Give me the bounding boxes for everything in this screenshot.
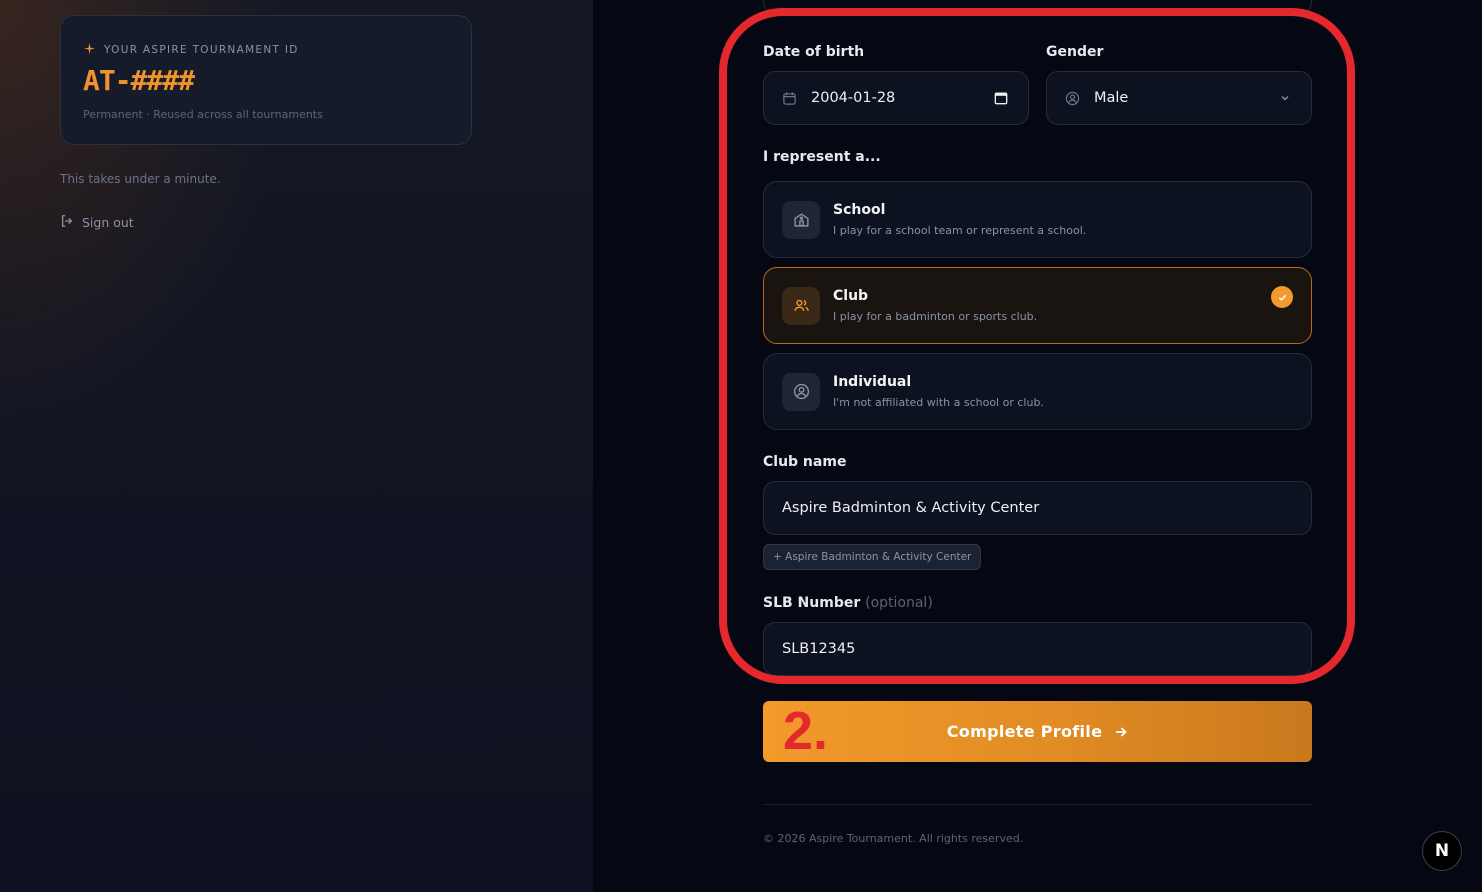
- gender-label: Gender: [1046, 44, 1104, 60]
- slb-label: SLB Number (optional): [763, 595, 933, 611]
- calendar-icon: [782, 91, 797, 106]
- n-logo-badge[interactable]: N: [1422, 831, 1462, 871]
- date-picker-icon[interactable]: [994, 91, 1008, 105]
- arrow-right-icon: [1114, 725, 1128, 739]
- slb-number-input[interactable]: SLB12345: [763, 622, 1312, 676]
- option-individual[interactable]: Individual I'm not affiliated with a sch…: [763, 353, 1312, 430]
- footer-divider: [763, 804, 1312, 805]
- slb-optional-hint: (optional): [865, 595, 933, 611]
- school-icon: [782, 200, 820, 239]
- tournament-id-card: YOUR ASPIRE TOURNAMENT ID AT-#### Perman…: [60, 15, 472, 145]
- dob-field[interactable]: 2004-01-28: [763, 71, 1029, 125]
- user-circle-icon: [1065, 91, 1080, 106]
- dob-value: 2004-01-28: [811, 90, 896, 106]
- tournament-id-value: AT-####: [83, 64, 195, 97]
- club-name-label: Club name: [763, 454, 847, 470]
- option-school[interactable]: School I play for a school team or repre…: [763, 181, 1312, 258]
- id-label-row: YOUR ASPIRE TOURNAMENT ID: [83, 40, 299, 59]
- sign-out-label: Sign out: [82, 215, 134, 230]
- option-description: I play for a school team or represent a …: [833, 224, 1087, 237]
- chevron-down-icon: [1279, 92, 1291, 104]
- option-title: Club: [833, 288, 869, 304]
- annotation-step-number: 2.: [783, 701, 829, 761]
- option-club[interactable]: Club I play for a badminton or sports cl…: [763, 267, 1312, 344]
- complete-profile-label: Complete Profile: [946, 722, 1103, 741]
- sidebar: YOUR ASPIRE TOURNAMENT ID AT-#### Perman…: [0, 0, 593, 892]
- represent-label: I represent a...: [763, 149, 881, 165]
- slb-label-text: SLB Number: [763, 595, 861, 611]
- id-label: YOUR ASPIRE TOURNAMENT ID: [104, 43, 299, 56]
- users-icon: [782, 286, 820, 325]
- option-description: I'm not affiliated with a school or club…: [833, 396, 1044, 409]
- sign-out-icon: [60, 214, 74, 231]
- option-description: I play for a badminton or sports club.: [833, 310, 1038, 323]
- user-circle-icon: [782, 372, 820, 411]
- check-icon: [1271, 286, 1293, 308]
- sign-out-link[interactable]: Sign out: [60, 214, 134, 231]
- gender-value: Male: [1094, 90, 1129, 106]
- option-title: School: [833, 202, 886, 218]
- id-note: Permanent · Reused across all tournament…: [83, 108, 323, 121]
- copyright-text: © 2026 Aspire Tournament. All rights res…: [763, 832, 1024, 845]
- slb-number-value: SLB12345: [782, 641, 856, 657]
- club-suggestion-chip[interactable]: + Aspire Badminton & Activity Center: [763, 544, 982, 570]
- club-name-input[interactable]: Aspire Badminton & Activity Center: [763, 481, 1312, 535]
- complete-profile-button[interactable]: Complete Profile: [763, 701, 1312, 762]
- gender-select[interactable]: Male: [1046, 71, 1312, 125]
- club-name-value: Aspire Badminton & Activity Center: [782, 500, 1040, 516]
- sparkle-icon: [83, 40, 96, 59]
- previous-field-edge: [763, 0, 1312, 14]
- form-panel: Date of birth 2004-01-28 Gender Male I r…: [593, 0, 1482, 892]
- dob-label: Date of birth: [763, 44, 865, 60]
- option-title: Individual: [833, 374, 912, 390]
- duration-note: This takes under a minute.: [60, 172, 221, 186]
